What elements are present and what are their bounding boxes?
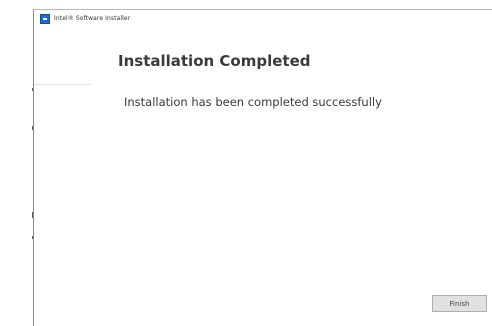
intel-installer-icon — [40, 14, 50, 24]
finish-button[interactable]: Finish — [432, 295, 487, 312]
installer-window: Intel® Software Installer Installation C… — [33, 9, 492, 326]
title-bar[interactable]: Intel® Software Installer — [34, 10, 492, 30]
window-title: Intel® Software Installer — [54, 15, 131, 22]
header-divider — [34, 84, 91, 85]
completion-message: Installation has been completed successf… — [124, 95, 382, 109]
page-title: Installation Completed — [118, 52, 311, 70]
